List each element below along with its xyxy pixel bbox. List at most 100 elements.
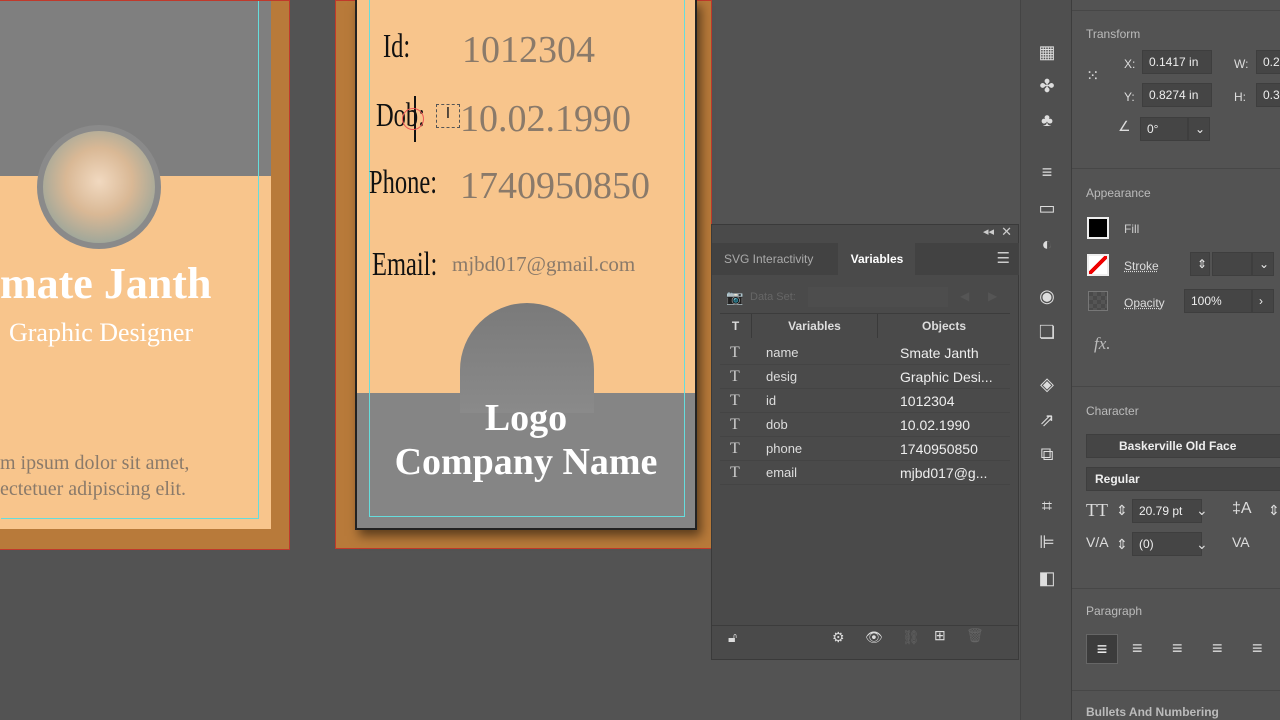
text-type-icon: T — [730, 416, 740, 433]
opacity-field[interactable]: 100% — [1184, 289, 1252, 313]
font-family-field[interactable]: Baskerville Old Face — [1086, 434, 1280, 458]
variable-object: Graphic Desi... — [900, 369, 993, 385]
panel-menu-icon[interactable]: ☰ — [997, 249, 1010, 267]
camera-icon[interactable]: 📷 — [726, 289, 743, 306]
kerning-dropdown[interactable]: ⌄ — [1196, 536, 1208, 553]
font-size-field[interactable]: 20.79 pt — [1132, 499, 1202, 523]
data-set-dropdown[interactable] — [808, 287, 948, 307]
pathfinder-icon[interactable]: ◧ — [1035, 568, 1059, 590]
y-field[interactable]: 0.8274 in — [1142, 83, 1212, 107]
card-designation[interactable]: Graphic Designer — [9, 318, 193, 348]
export-icon[interactable]: ⇗ — [1035, 410, 1059, 432]
logo-text[interactable]: Logo — [355, 396, 697, 440]
h-label: H: — [1234, 90, 1246, 104]
stroke-swatch[interactable] — [1087, 254, 1109, 276]
bullets-title: Bullets And Numbering — [1086, 705, 1219, 719]
value-email[interactable]: mjbd017@gmail.com — [452, 252, 635, 277]
align-icon[interactable]: ⊫ — [1035, 532, 1059, 554]
next-data-set-icon[interactable]: ▶ — [988, 289, 997, 303]
make-visibility-dynamic-icon[interactable]: 👁︎ — [865, 629, 883, 646]
stroke-label[interactable]: Stroke — [1124, 259, 1159, 273]
h-field[interactable]: 0.3 — [1256, 83, 1280, 107]
card-body-text-2[interactable]: ectetuer adipiscing elit. — [0, 478, 186, 501]
variable-object: mjbd017@g... — [900, 465, 988, 481]
font-style-field[interactable]: Regular — [1086, 467, 1280, 491]
variable-row[interactable]: Temail mjbd017@g... — [720, 461, 1010, 485]
w-label: W: — [1234, 57, 1249, 71]
make-object-dynamic-icon[interactable]: ⚙ — [832, 629, 845, 646]
label-phone[interactable]: Phone: — [369, 164, 437, 202]
w-field[interactable]: 0.2 — [1256, 50, 1280, 74]
leading-icon: ‡A — [1232, 500, 1252, 517]
kerning-stepper[interactable]: ⇕ — [1116, 536, 1128, 553]
kerning-field[interactable]: (0) — [1132, 532, 1202, 556]
variable-row[interactable]: Tdesig Graphic Desi... — [720, 365, 1010, 389]
value-phone[interactable]: 1740950850 — [460, 164, 650, 208]
transform-icon[interactable]: ⌗ — [1035, 496, 1059, 518]
col-objects-header[interactable]: Objects — [878, 314, 1010, 338]
collapse-icon[interactable]: ◂◂ — [983, 225, 994, 238]
layers-icon[interactable]: ◈ — [1035, 374, 1059, 396]
col-type-header[interactable]: T — [720, 314, 752, 338]
character-title: Character — [1086, 404, 1139, 418]
gradient-icon[interactable]: ▭ — [1035, 198, 1059, 220]
col-variables-header[interactable]: Variables — [752, 314, 878, 338]
reference-point-icon[interactable]: ⁙ — [1086, 66, 1099, 86]
angle-field[interactable]: 0° — [1140, 117, 1188, 141]
appearance-icon[interactable]: ◉ — [1035, 286, 1059, 308]
variable-row[interactable]: Tname Smate Janth — [720, 341, 1010, 365]
transparency-icon[interactable]: ◐ — [1035, 234, 1059, 256]
opacity-expand[interactable]: › — [1252, 289, 1274, 313]
card-name[interactable]: mate Janth — [0, 258, 211, 309]
stroke-dropdown[interactable]: ⌄ — [1252, 252, 1274, 276]
profile-photo[interactable] — [37, 125, 161, 249]
variable-row[interactable]: Tid 1012304 — [720, 389, 1010, 413]
stroke-icon[interactable]: ≡ — [1035, 162, 1059, 184]
leading-stepper[interactable]: ⇕ — [1268, 502, 1280, 519]
variables-panel: ◂◂ ✕ SVG Interactivity Variables ☰ 📷 Dat… — [711, 224, 1019, 660]
value-id[interactable]: 1012304 — [462, 28, 595, 72]
stroke-stepper[interactable]: ⇕ — [1190, 252, 1210, 276]
prev-data-set-icon[interactable]: ◀ — [960, 289, 969, 303]
symbols-icon[interactable]: ♣ — [1035, 110, 1059, 132]
label-email[interactable]: Email: — [372, 246, 437, 284]
font-size-stepper[interactable]: ⇕ — [1116, 502, 1128, 519]
y-label: Y: — [1124, 90, 1135, 104]
tab-variables[interactable]: Variables — [839, 243, 915, 275]
variable-row[interactable]: Tdob 10.02.1990 — [720, 413, 1010, 437]
swatches-icon[interactable]: ▦ — [1035, 42, 1059, 64]
unbind-icon[interactable]: ⛓ — [902, 629, 920, 646]
font-size-dropdown[interactable]: ⌄ — [1196, 502, 1208, 519]
delete-icon[interactable]: 🗑︎ — [966, 627, 984, 644]
align-right-button[interactable]: ≡ — [1172, 638, 1183, 659]
new-variable-icon[interactable]: ⊞ — [934, 627, 946, 644]
x-field[interactable]: 0.1417 in — [1142, 50, 1212, 74]
tab-svg-interactivity[interactable]: SVG Interactivity — [712, 243, 838, 275]
brushes-icon[interactable]: ✤ — [1035, 76, 1059, 98]
variable-row[interactable]: Tphone 1740950850 — [720, 437, 1010, 461]
company-name[interactable]: Company Name — [355, 440, 697, 484]
lock-icon[interactable]: 🔓︎ — [728, 629, 737, 646]
panel-icon-strip: ▦ ✤ ♣ ≡ ▭ ◐ ◉ ❏ ◈ ⇗ ⧉ ⌗ ⊫ ◧ — [1020, 0, 1072, 720]
opacity-label[interactable]: Opacity — [1124, 296, 1165, 310]
text-type-icon: T — [730, 368, 740, 385]
stroke-weight-field[interactable] — [1212, 252, 1252, 276]
value-dob[interactable]: 10.02.1990 — [460, 97, 631, 141]
align-left-button[interactable]: ≡ — [1086, 634, 1118, 664]
fill-swatch[interactable] — [1087, 217, 1109, 239]
justify-left-button[interactable]: ≡ — [1212, 638, 1223, 659]
angle-dropdown[interactable]: ⌄ — [1188, 117, 1210, 141]
justify-center-button[interactable]: ≡ — [1252, 638, 1263, 659]
align-center-button[interactable]: ≡ — [1132, 638, 1143, 659]
fx-button[interactable]: fx. — [1094, 334, 1111, 354]
card-body-text-1[interactable]: m ipsum dolor sit amet, — [0, 452, 189, 475]
label-id[interactable]: Id: — [383, 28, 410, 66]
type-cursor-icon: I — [436, 104, 460, 128]
artboards-icon[interactable]: ⧉ — [1035, 444, 1059, 466]
fill-label[interactable]: Fill — [1124, 222, 1139, 236]
text-type-icon: T — [730, 440, 740, 457]
variable-name: id — [766, 393, 777, 408]
close-icon[interactable]: ✕ — [1001, 224, 1012, 240]
graphic-styles-icon[interactable]: ❏ — [1035, 322, 1059, 344]
appearance-title: Appearance — [1086, 186, 1151, 200]
